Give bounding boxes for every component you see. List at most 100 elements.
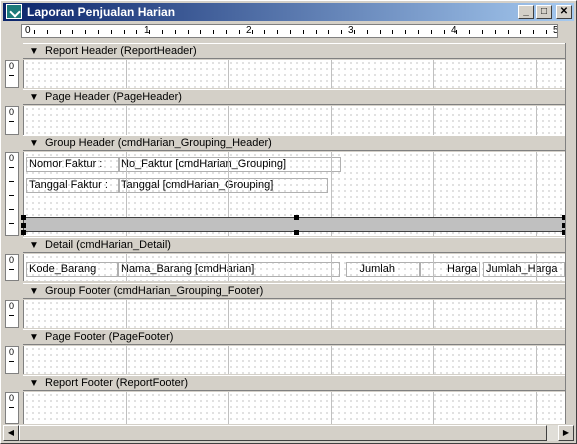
grid-column-line	[536, 346, 537, 374]
section-label: Page Header (PageHeader)	[45, 91, 182, 103]
ruler-tick	[9, 315, 14, 316]
page-header-area[interactable]	[23, 106, 565, 135]
grid-column-line	[228, 346, 229, 374]
ruler-tick	[495, 30, 496, 34]
grid-column-line	[536, 254, 537, 281]
grid-column-line	[433, 254, 434, 281]
ruler-tick	[277, 30, 278, 34]
resize-handle[interactable]	[21, 215, 26, 220]
section-group-footer[interactable]: ▼ Group Footer (cmdHarian_Grouping_Foote…	[23, 283, 573, 299]
section-page-header[interactable]: ▼ Page Header (PageHeader)	[23, 89, 573, 105]
window-title: Laporan Penjualan Harian	[27, 5, 176, 19]
grid-column-line	[433, 346, 434, 374]
ruler-tick	[72, 30, 73, 34]
maximize-button[interactable]: □	[536, 5, 552, 19]
ruler-tick	[328, 30, 329, 34]
grid-column-line	[126, 106, 127, 135]
section-label: Group Footer (cmdHarian_Grouping_Footer)	[45, 285, 264, 297]
report-app-icon	[6, 4, 22, 19]
horizontal-scrollbar[interactable]: ◀ ▶	[3, 425, 574, 441]
scroll-right-icon[interactable]: ▶	[558, 425, 574, 441]
page-footer-area[interactable]	[23, 346, 565, 374]
section-report-footer[interactable]: ▼ Report Footer (ReportFooter)	[23, 375, 573, 391]
ruler-tick	[508, 30, 509, 34]
grid-column-line	[228, 392, 229, 424]
grid-column-line	[126, 392, 127, 424]
ruler-tick	[226, 30, 227, 34]
resize-handle[interactable]	[21, 223, 26, 228]
ruler-tick	[9, 75, 14, 76]
vertical-ruler-mark: 0	[9, 153, 15, 163]
section-report-header[interactable]: ▼ Report Header (ReportHeader)	[23, 43, 573, 59]
ruler-tick	[9, 407, 14, 408]
title-bar[interactable]: Laporan Penjualan Harian _ □ ✕	[3, 3, 574, 21]
report-header-area[interactable]	[23, 60, 565, 88]
ruler-tick	[213, 30, 214, 34]
horizontal-ruler: 0 1 2 3 4 5	[21, 24, 558, 38]
selected-separator-line[interactable]	[21, 215, 567, 235]
resize-handle[interactable]	[294, 230, 299, 235]
grid-column-line	[331, 60, 332, 88]
scroll-left-icon[interactable]: ◀	[3, 425, 19, 441]
ruler-tick	[380, 30, 381, 34]
ruler-mark-5: 5	[553, 25, 557, 36]
ruler-tick	[111, 30, 112, 34]
resize-handle[interactable]	[294, 215, 299, 220]
ruler-tick	[431, 30, 432, 34]
minimize-button[interactable]: _	[518, 5, 534, 19]
ruler-tick	[392, 30, 393, 34]
tanggal-field[interactable]: Tanggal [cmdHarian_Grouping]	[118, 178, 328, 193]
grid-column-line	[331, 106, 332, 135]
vertical-ruler: 0	[5, 346, 19, 374]
ruler-tick	[162, 30, 163, 34]
harga-field[interactable]: Harga	[420, 262, 480, 277]
section-label: Report Footer (ReportFooter)	[45, 377, 189, 389]
section-label: Group Header (cmdHarian_Grouping_Header)	[45, 137, 272, 149]
grid-column-line	[536, 392, 537, 424]
ruler-tick	[188, 30, 189, 34]
ruler-tick	[444, 30, 445, 34]
ruler-tick	[252, 30, 253, 34]
section-detail[interactable]: ▼ Detail (cmdHarian_Detail)	[23, 237, 573, 253]
detail-area[interactable]: Kode_Barang Nama_Barang [cmdHarian] Juml…	[23, 254, 565, 281]
grid-column-line	[228, 300, 229, 328]
grid-column-line	[536, 60, 537, 88]
nama-barang-field[interactable]: Nama_Barang [cmdHarian]	[118, 262, 340, 277]
section-group-header[interactable]: ▼ Group Header (cmdHarian_Grouping_Heade…	[23, 135, 573, 151]
ruler-tick	[546, 30, 547, 34]
section-page-footer[interactable]: ▼ Page Footer (PageFooter)	[23, 329, 573, 345]
vertical-ruler: 0	[5, 60, 19, 88]
tanggal-faktur-label[interactable]: Tanggal Faktur :	[26, 178, 120, 193]
group-footer-area[interactable]	[23, 300, 565, 328]
ruler-tick	[149, 30, 150, 34]
grid-column-line	[228, 106, 229, 135]
grid-column-line	[433, 106, 434, 135]
section-arrow-icon: ▼	[29, 92, 39, 103]
close-button[interactable]: ✕	[556, 5, 572, 19]
no-faktur-field[interactable]: No_Faktur [cmdHarian_Grouping]	[118, 157, 341, 172]
kode-barang-field[interactable]: Kode_Barang	[26, 262, 118, 277]
jumlah-harga-field[interactable]: Jumlah_Harga	[483, 262, 565, 277]
report-footer-area[interactable]	[23, 392, 565, 424]
ruler-tick	[9, 181, 14, 182]
scroll-thumb[interactable]	[19, 425, 547, 441]
grid-column-line	[228, 254, 229, 281]
ruler-tick	[200, 30, 201, 34]
ruler-tick	[533, 30, 534, 34]
grid-column-line	[228, 60, 229, 88]
report-designer-window: Laporan Penjualan Harian _ □ ✕ 0 1 2 3 4…	[0, 0, 577, 444]
nomor-faktur-label[interactable]: Nomor Faktur :	[26, 157, 120, 172]
grid-column-line	[433, 60, 434, 88]
vertical-ruler-mark: 0	[9, 255, 15, 265]
resize-handle[interactable]	[21, 230, 26, 235]
section-arrow-icon: ▼	[29, 286, 39, 297]
jumlah-field[interactable]: Jumlah	[346, 262, 420, 277]
ruler-tick	[290, 30, 291, 34]
ruler-mark-2: 2	[246, 25, 252, 36]
vertical-scrollbar[interactable]	[565, 43, 575, 424]
section-arrow-icon: ▼	[29, 240, 39, 251]
ruler-tick	[9, 223, 14, 224]
section-arrow-icon: ▼	[29, 378, 39, 389]
grid-column-line	[536, 300, 537, 328]
ruler-tick	[136, 30, 137, 34]
